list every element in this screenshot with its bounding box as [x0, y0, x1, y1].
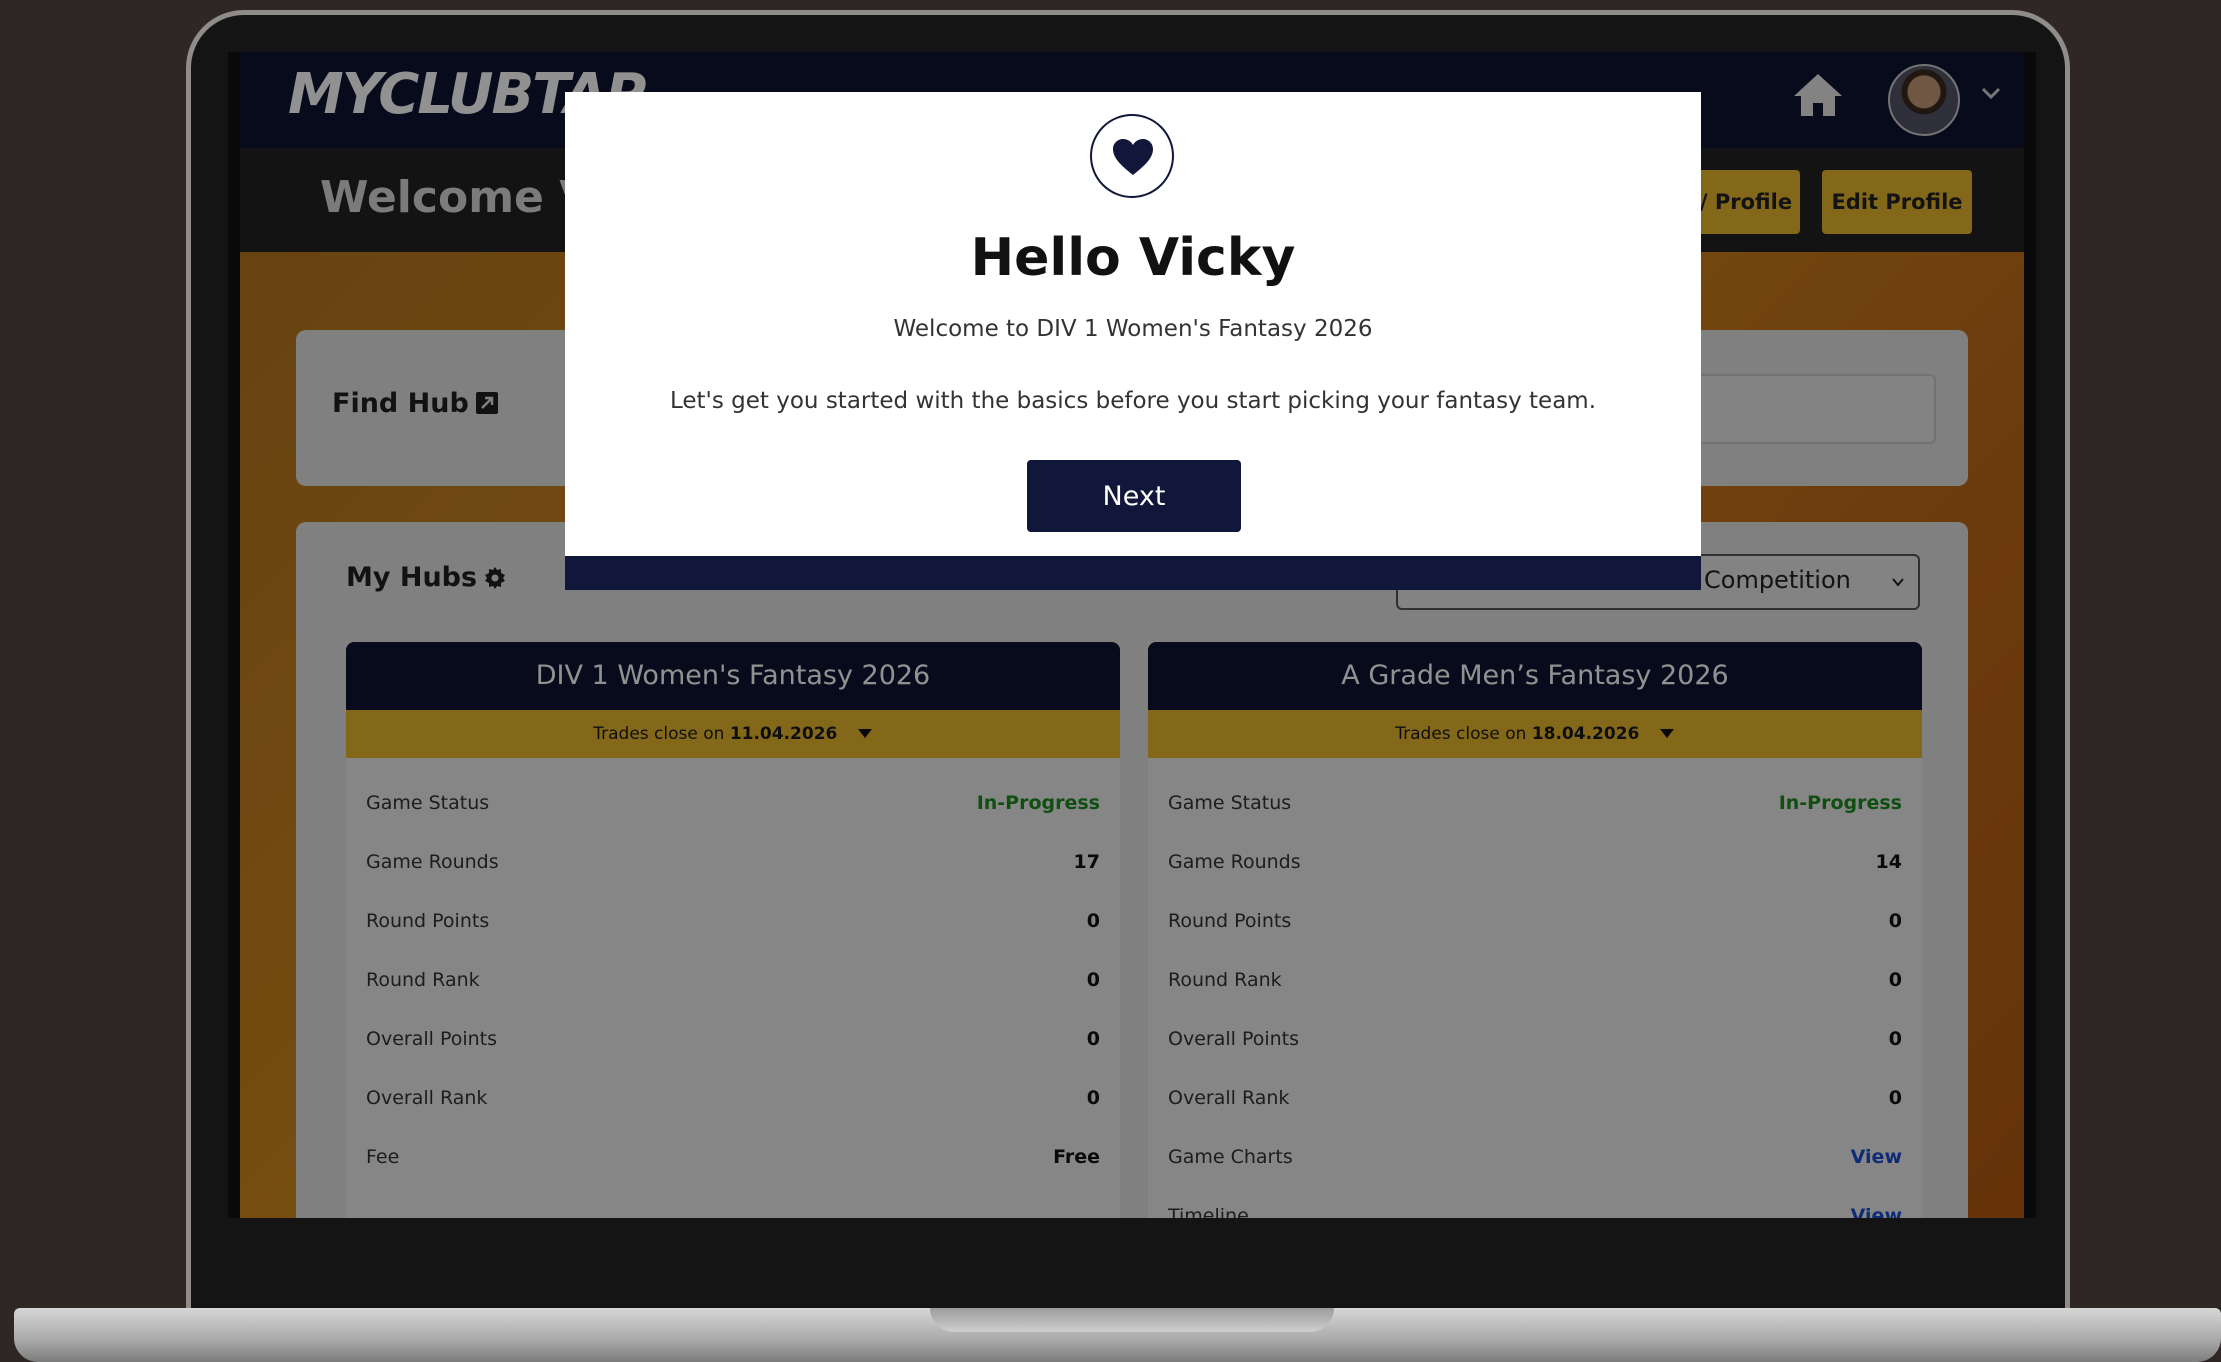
app-screen: MYCLUBTAP Welcome V / Profile Edit Profi…: [228, 52, 2036, 1218]
modal-subtitle: Welcome to DIV 1 Women's Fantasy 2026: [893, 316, 1373, 342]
modal-body-text: Let's get you started with the basics be…: [669, 388, 1597, 414]
heart-badge: [1090, 114, 1174, 198]
heart-icon: [1113, 139, 1153, 175]
laptop-hinge-notch: [930, 1308, 1334, 1332]
modal-title: Hello Vicky: [970, 228, 1296, 288]
next-button[interactable]: Next: [1027, 460, 1241, 532]
welcome-modal: Hello Vicky Welcome to DIV 1 Women's Fan…: [565, 92, 1701, 590]
